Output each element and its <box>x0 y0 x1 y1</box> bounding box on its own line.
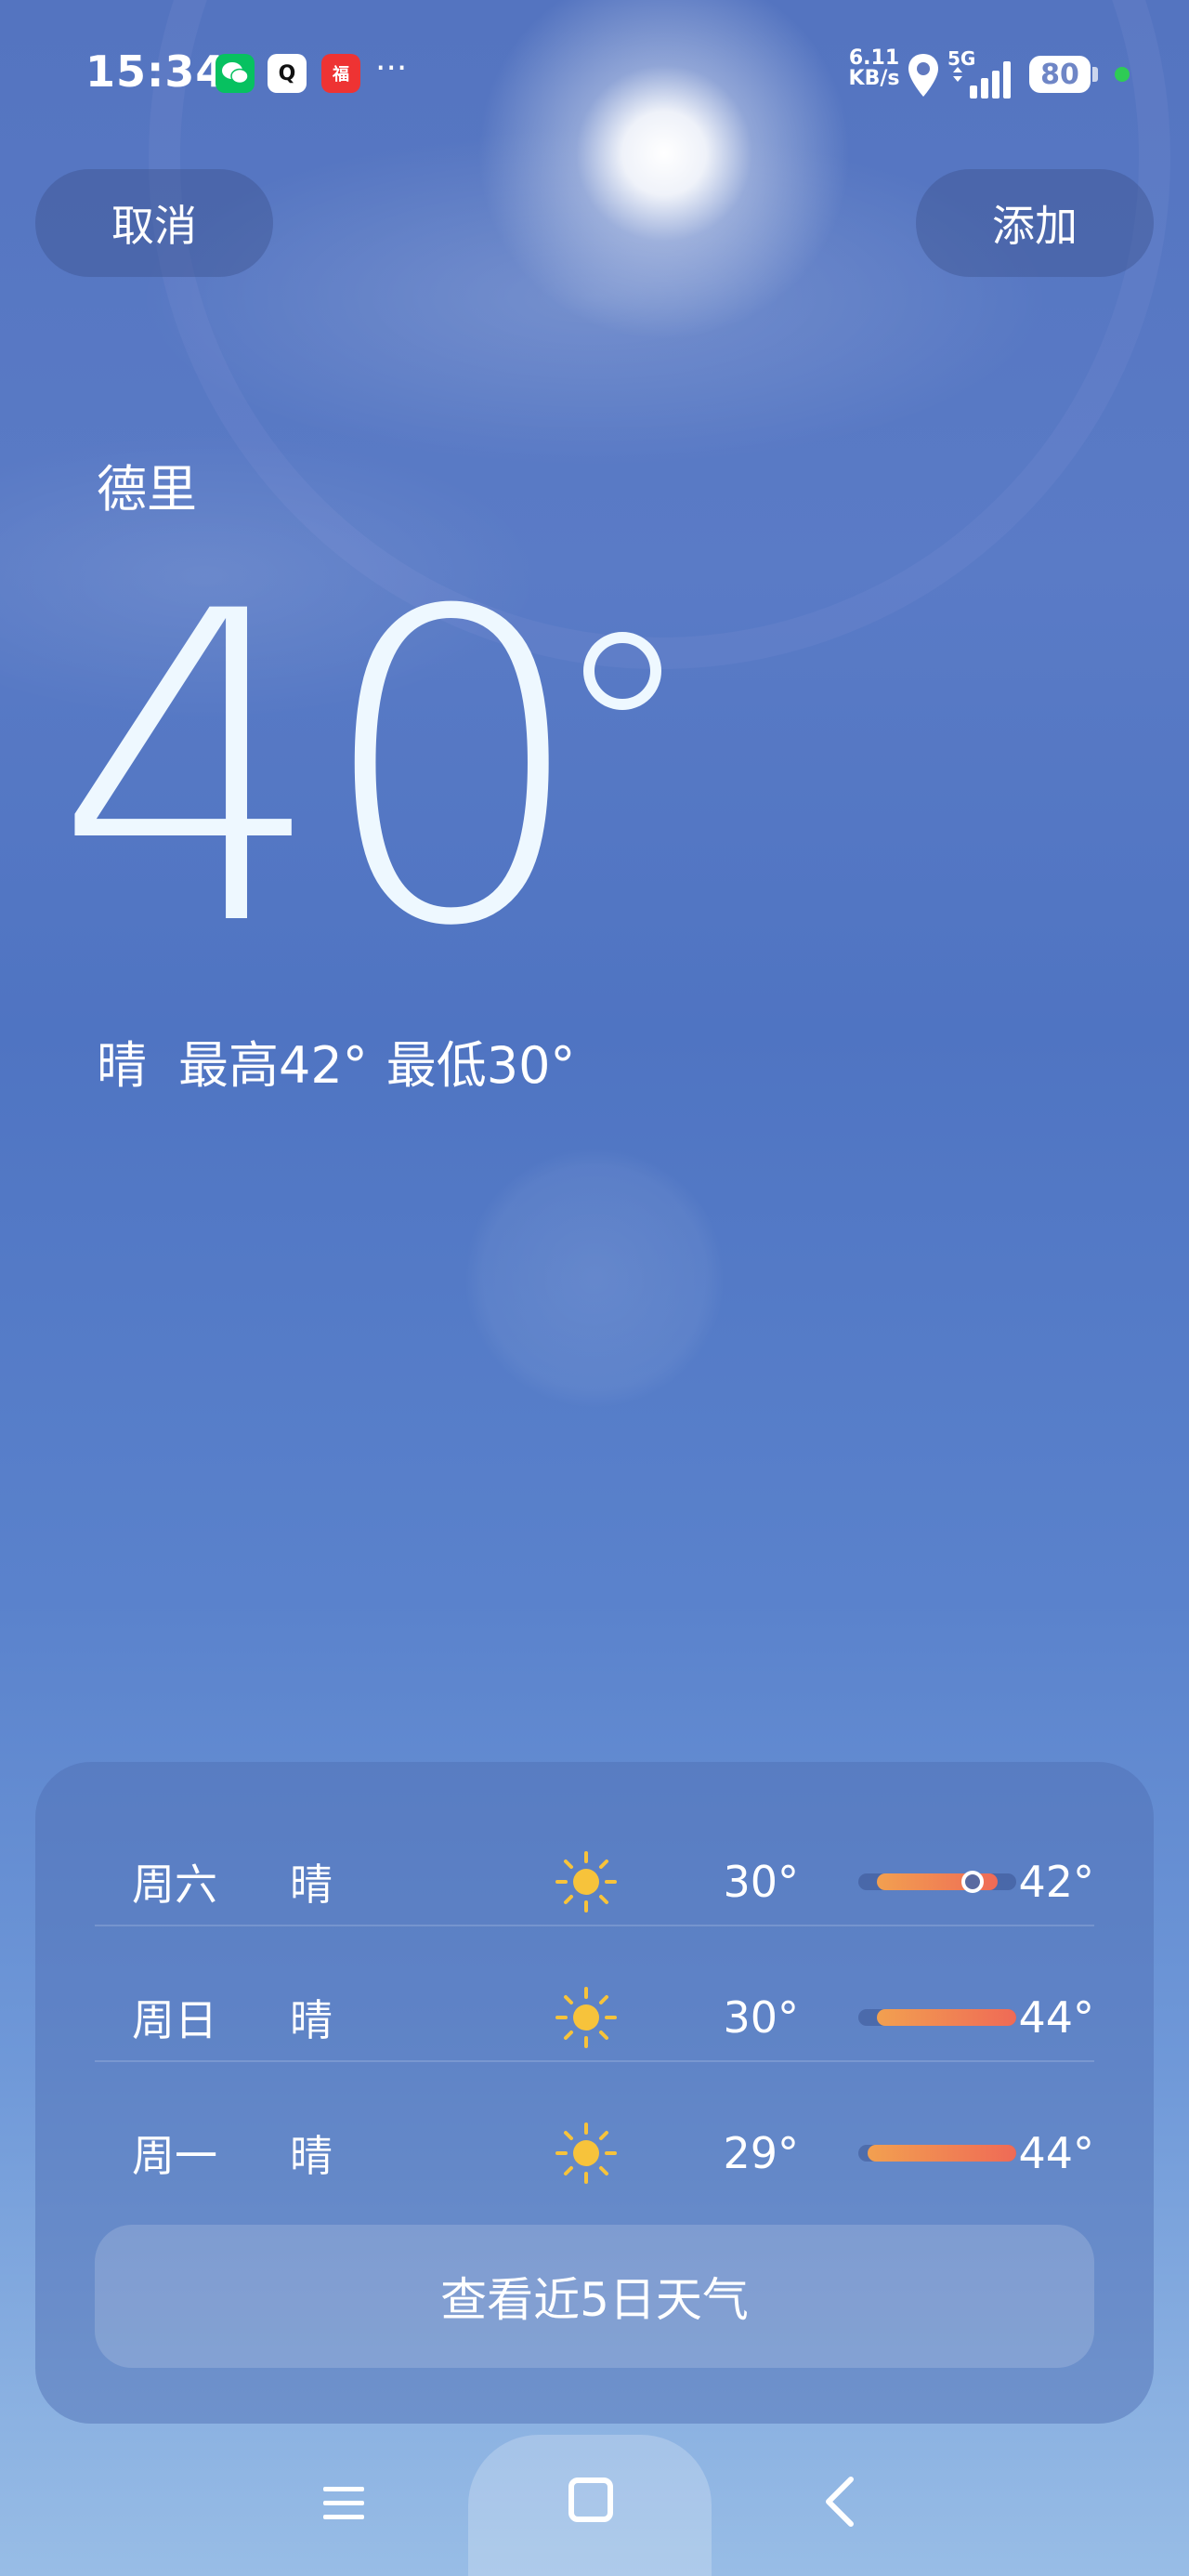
forecast-condition: 晴 <box>290 1995 333 2045</box>
temperature-range-fill <box>877 2009 1016 2026</box>
forecast-low: 30° <box>723 1857 799 1907</box>
menu-icon[interactable] <box>320 2479 368 2528</box>
forecast-row[interactable]: 周六 晴 30° 42° <box>95 1814 1094 1950</box>
city-name: 德里 <box>97 460 197 519</box>
battery-tip <box>1092 67 1098 82</box>
sun-icon <box>554 1985 619 2050</box>
battery-icon: 80 <box>1029 56 1091 93</box>
five-day-forecast-button[interactable]: 查看近5日天气 <box>95 2225 1094 2368</box>
forecast-day: 周一 <box>132 2131 217 2181</box>
sun-icon <box>554 1849 619 1914</box>
net-speed: 6.11 KB/s <box>842 48 907 89</box>
forecast-high: 44° <box>1018 1992 1094 2043</box>
temperature-range-fill <box>868 2145 1016 2162</box>
back-icon[interactable] <box>817 2474 864 2530</box>
qq-icon: Q <box>268 54 307 93</box>
high-temperature: 最高42° <box>178 1036 368 1095</box>
add-button[interactable]: 添加 <box>916 169 1154 277</box>
net-speed-unit: KB/s <box>848 67 900 90</box>
temperature-range-bar <box>858 2009 1016 2026</box>
forecast-day: 周六 <box>132 1860 217 1910</box>
forecast-row[interactable]: 周日 晴 30° 44° <box>95 1950 1094 2085</box>
forecast-high: 44° <box>1018 2128 1094 2178</box>
forecast-row[interactable]: 周一 晴 29° 44° <box>95 2085 1094 2221</box>
signal-5g-icon: 5G <box>947 48 1011 99</box>
status-bar: 15:34 Q 福 ··· 6.11 KB/s 5G 80 <box>0 0 1189 149</box>
low-temperature: 最低30° <box>385 1036 576 1095</box>
location-icon <box>908 54 938 97</box>
forecast-condition: 晴 <box>290 2131 333 2181</box>
sun-icon <box>554 2121 619 2186</box>
cancel-button[interactable]: 取消 <box>35 169 273 277</box>
status-time: 15:34 <box>85 46 227 97</box>
home-icon[interactable] <box>568 2477 613 2522</box>
degree-symbol <box>583 632 661 710</box>
app-icon: 福 <box>321 54 360 93</box>
forecast-card: 周六 晴 30° 42° 周日 晴 30° 44° 周一 晴 29° 44° 查… <box>35 1762 1154 2424</box>
divider <box>95 1925 1094 1926</box>
net-speed-value: 6.11 <box>848 46 900 70</box>
forecast-condition: 晴 <box>290 1860 333 1910</box>
forecast-high: 42° <box>1018 1857 1094 1907</box>
wechat-icon <box>216 54 255 93</box>
forecast-low: 29° <box>723 2128 799 2178</box>
forecast-low: 30° <box>723 1992 799 2043</box>
weather-summary: 晴 最高42° 最低30° <box>97 1024 575 1097</box>
svg-text:5G: 5G <box>947 48 975 70</box>
divider <box>95 2060 1094 2062</box>
privacy-indicator-dot <box>1115 67 1130 82</box>
current-condition: 晴 <box>97 1036 147 1095</box>
forecast-day: 周日 <box>132 1995 217 2045</box>
temperature-range-bar <box>858 1871 1016 1893</box>
current-temperature: 40 <box>54 522 588 1019</box>
temperature-range-bar <box>858 2145 1016 2162</box>
more-notifications-icon: ··· <box>375 49 408 87</box>
current-temperature-marker <box>961 1871 984 1893</box>
